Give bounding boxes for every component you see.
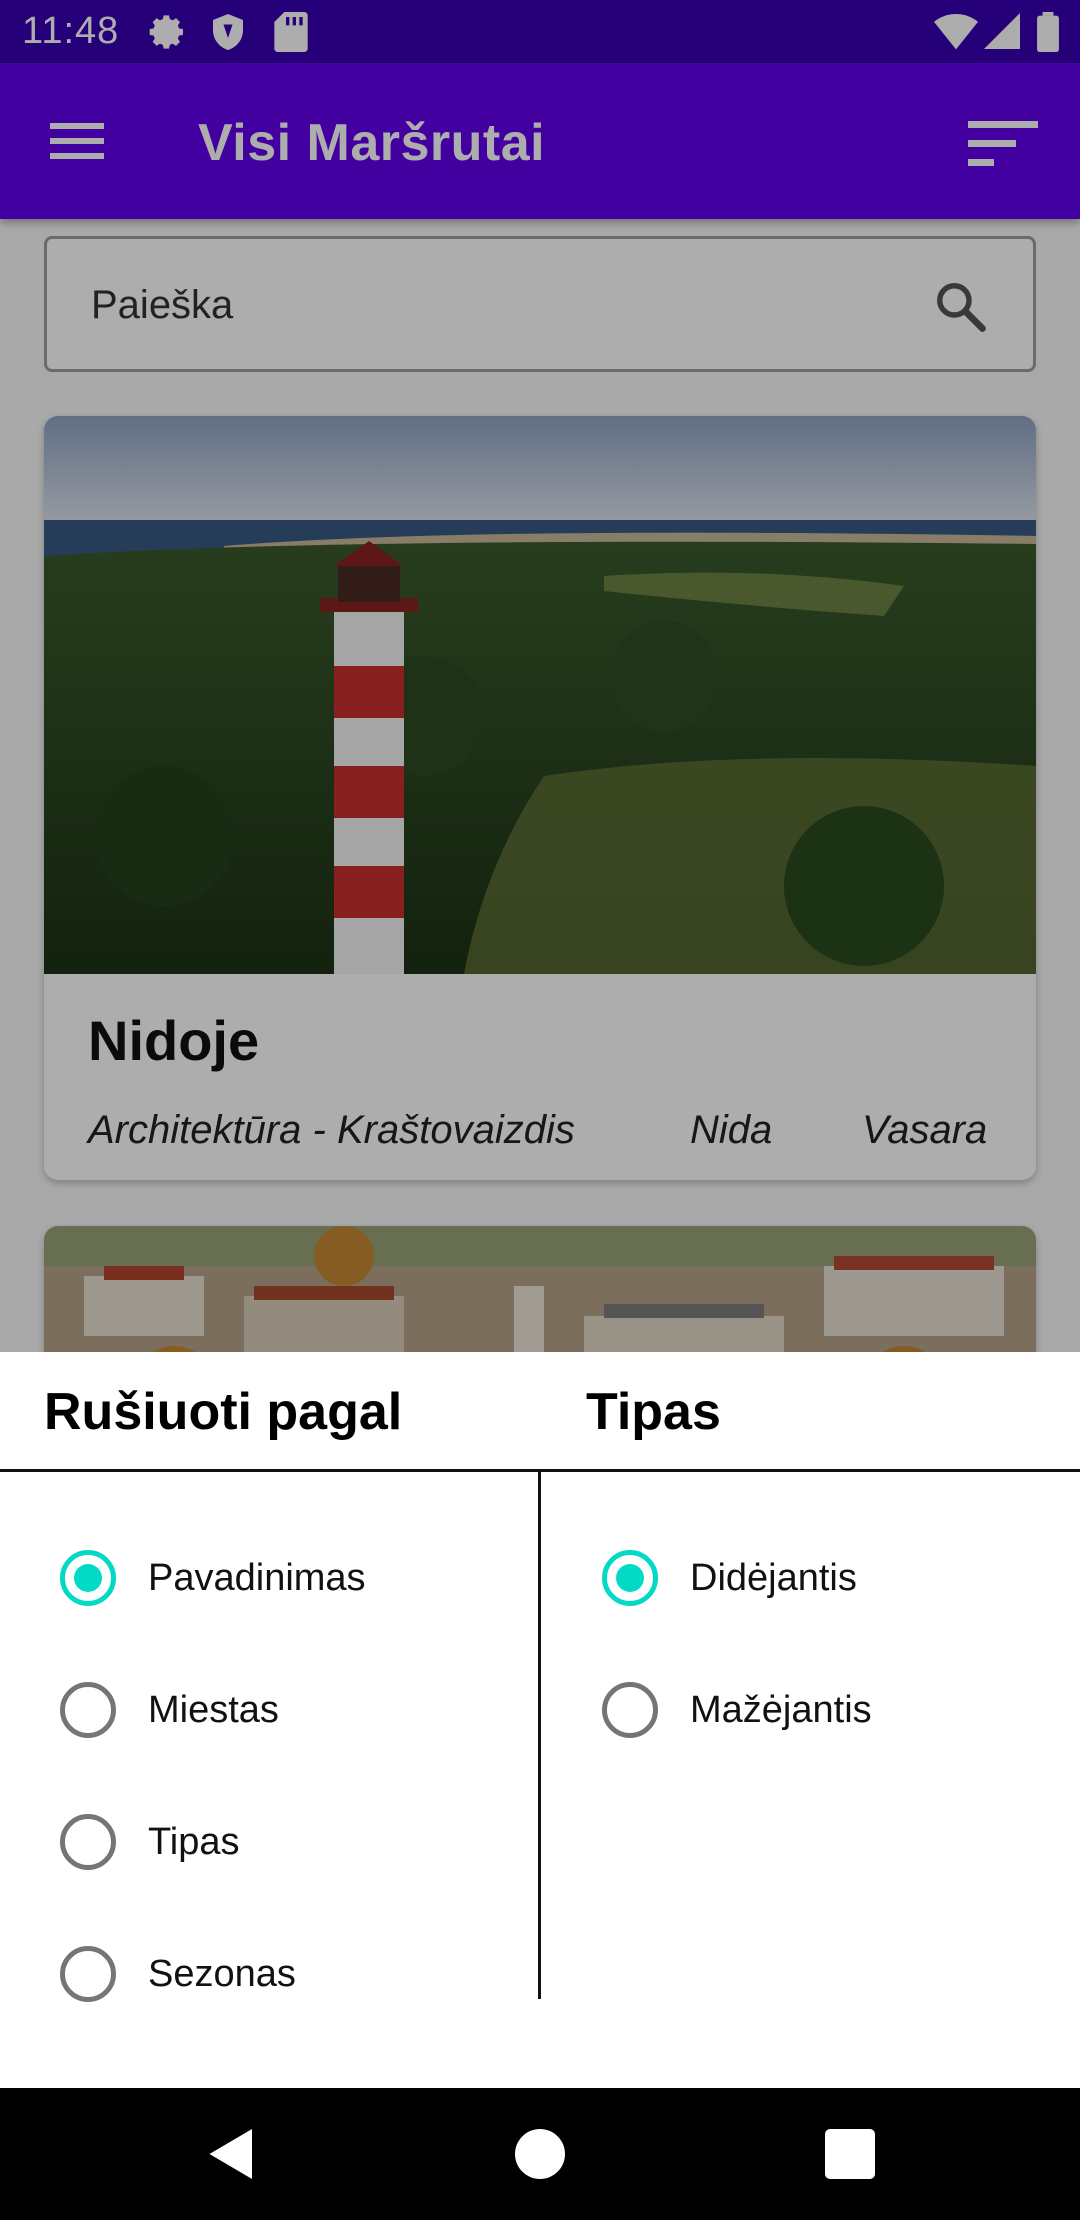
option-label: Mažėjantis <box>690 1688 872 1731</box>
option-label: Pavadinimas <box>148 1556 366 1599</box>
radio-button-selected[interactable] <box>60 1550 116 1606</box>
order-option-ascending[interactable]: Didėjantis <box>602 1538 857 1618</box>
column-divider <box>538 1469 541 1999</box>
order-option-descending[interactable]: Mažėjantis <box>602 1670 872 1750</box>
radio-button-selected[interactable] <box>602 1550 658 1606</box>
sort-by-header: Rušiuoti pagal <box>44 1383 403 1441</box>
app-screen: 11:48 Visi Maršrutai Paieška Nidoje Arch… <box>0 0 1080 2220</box>
sort-option-pavadinimas[interactable]: Pavadinimas <box>60 1538 366 1618</box>
option-label: Tipas <box>148 1820 240 1863</box>
sort-option-miestas[interactable]: Miestas <box>60 1670 279 1750</box>
radio-button[interactable] <box>60 1814 116 1870</box>
radio-button[interactable] <box>60 1946 116 2002</box>
radio-button[interactable] <box>602 1682 658 1738</box>
sort-option-tipas[interactable]: Tipas <box>60 1802 240 1882</box>
sort-option-sezonas[interactable]: Sezonas <box>60 1934 296 2014</box>
home-icon[interactable] <box>510 2124 570 2184</box>
system-nav-bar <box>0 2088 1080 2220</box>
option-label: Didėjantis <box>690 1556 857 1599</box>
radio-button[interactable] <box>60 1682 116 1738</box>
sort-bottom-sheet: Rušiuoti pagal Tipas Pavadinimas Miestas… <box>0 1352 1080 2088</box>
recents-icon[interactable] <box>820 2124 880 2184</box>
option-label: Miestas <box>148 1688 279 1731</box>
option-label: Sezonas <box>148 1952 296 1995</box>
back-icon[interactable] <box>202 2124 262 2184</box>
modal-scrim[interactable] <box>0 0 1080 1352</box>
order-header: Tipas <box>586 1383 721 1441</box>
